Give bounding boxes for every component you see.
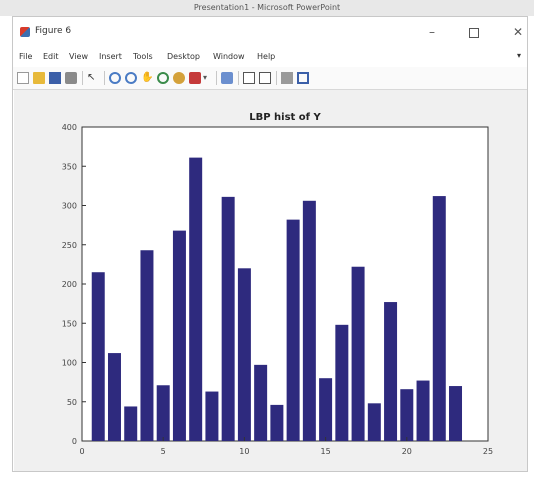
brush-icon[interactable] xyxy=(189,72,201,84)
bar-8 xyxy=(205,391,219,441)
y-tick-label: 300 xyxy=(62,202,77,211)
bar-2 xyxy=(107,353,121,441)
minimize-button[interactable]: – xyxy=(417,21,447,43)
menu-desktop[interactable]: Desktop xyxy=(167,52,200,61)
menu-file[interactable]: File xyxy=(19,52,32,61)
menu-overflow-icon[interactable]: ▾ xyxy=(517,51,521,60)
bar-15 xyxy=(319,378,333,441)
bar-19 xyxy=(384,302,398,441)
bar-4 xyxy=(140,250,154,441)
bar-12 xyxy=(270,404,284,441)
menu-bar: File Edit View Insert Tools Desktop Wind… xyxy=(13,48,527,66)
x-tick-label: 0 xyxy=(79,447,84,456)
y-tick-label: 200 xyxy=(62,280,77,289)
y-tick-label: 250 xyxy=(62,241,77,250)
figure-canvas: 0 5 10 15 20 25 0 50 100 150 200 250 300 350 400 LBP h… xyxy=(14,90,527,471)
y-tick-label: 100 xyxy=(62,359,77,368)
bar-9 xyxy=(221,196,235,441)
bar-5 xyxy=(156,385,170,441)
bar-13 xyxy=(286,219,300,441)
rotate-3d-icon[interactable] xyxy=(157,72,169,84)
insert-legend-icon[interactable] xyxy=(259,72,271,84)
matlab-figure-icon xyxy=(20,27,30,37)
close-button[interactable]: ✕ xyxy=(503,21,533,43)
bar-11 xyxy=(254,364,268,441)
bar-3 xyxy=(124,406,138,441)
bar-14 xyxy=(302,200,316,441)
y-tick-label: 400 xyxy=(62,123,77,132)
zoom-out-icon[interactable] xyxy=(125,72,137,84)
brush-dropdown-icon[interactable]: ▾ xyxy=(203,72,215,84)
maximize-icon xyxy=(469,27,479,38)
x-tick-label: 25 xyxy=(483,447,493,456)
x-tick-label: 10 xyxy=(239,447,249,456)
bar-17 xyxy=(351,266,365,441)
edit-plot-icon[interactable]: ↖ xyxy=(87,72,99,84)
x-tick-label: 20 xyxy=(402,447,412,456)
menu-edit[interactable]: Edit xyxy=(43,52,59,61)
chart-title: LBP hist of Y xyxy=(249,112,321,123)
bar-7 xyxy=(189,157,203,441)
show-plot-tools-icon[interactable] xyxy=(297,72,309,84)
bar-23 xyxy=(449,386,463,441)
bar-chart: 0 5 10 15 20 25050100150200250300350400 LBP h… xyxy=(62,112,493,456)
bar-21 xyxy=(416,380,430,441)
save-icon[interactable] xyxy=(49,72,61,84)
link-plot-icon[interactable] xyxy=(221,72,233,84)
menu-view[interactable]: View xyxy=(69,52,88,61)
window-title: Figure 6 xyxy=(35,26,72,36)
bar-22 xyxy=(432,196,446,441)
data-cursor-icon[interactable] xyxy=(173,72,185,84)
x-tick-label: 5 xyxy=(161,447,166,456)
print-icon[interactable] xyxy=(65,72,77,84)
bar-1 xyxy=(91,272,105,441)
open-file-icon[interactable] xyxy=(33,72,45,84)
maximize-button[interactable] xyxy=(459,21,489,43)
zoom-in-icon[interactable] xyxy=(109,72,121,84)
title-bar: Figure 6 – ✕ xyxy=(13,17,527,47)
insert-colorbar-icon[interactable] xyxy=(243,72,255,84)
bar-6 xyxy=(172,230,186,441)
new-figure-icon[interactable] xyxy=(17,72,29,84)
menu-insert[interactable]: Insert xyxy=(99,52,122,61)
hide-plot-tools-icon[interactable] xyxy=(281,72,293,84)
bar-16 xyxy=(335,324,349,441)
menu-window[interactable]: Window xyxy=(213,52,245,61)
figure-window: Figure 6 – ✕ File Edit View Insert Tools… xyxy=(12,16,528,472)
bar-18 xyxy=(367,403,381,441)
menu-tools[interactable]: Tools xyxy=(133,52,153,61)
bar-20 xyxy=(400,389,414,441)
y-tick-label: 150 xyxy=(62,319,77,328)
y-tick-label: 0 xyxy=(72,437,77,446)
toolbar: ↖ ✋ ▾ xyxy=(13,67,527,90)
y-tick-label: 350 xyxy=(62,162,77,171)
y-tick-label: 50 xyxy=(67,398,77,407)
x-tick-label: 15 xyxy=(321,447,331,456)
outer-window-title: Presentation1 - Microsoft PowerPoint xyxy=(0,0,534,16)
bar-10 xyxy=(237,268,251,441)
menu-help[interactable]: Help xyxy=(257,52,275,61)
pan-icon[interactable]: ✋ xyxy=(141,72,153,84)
